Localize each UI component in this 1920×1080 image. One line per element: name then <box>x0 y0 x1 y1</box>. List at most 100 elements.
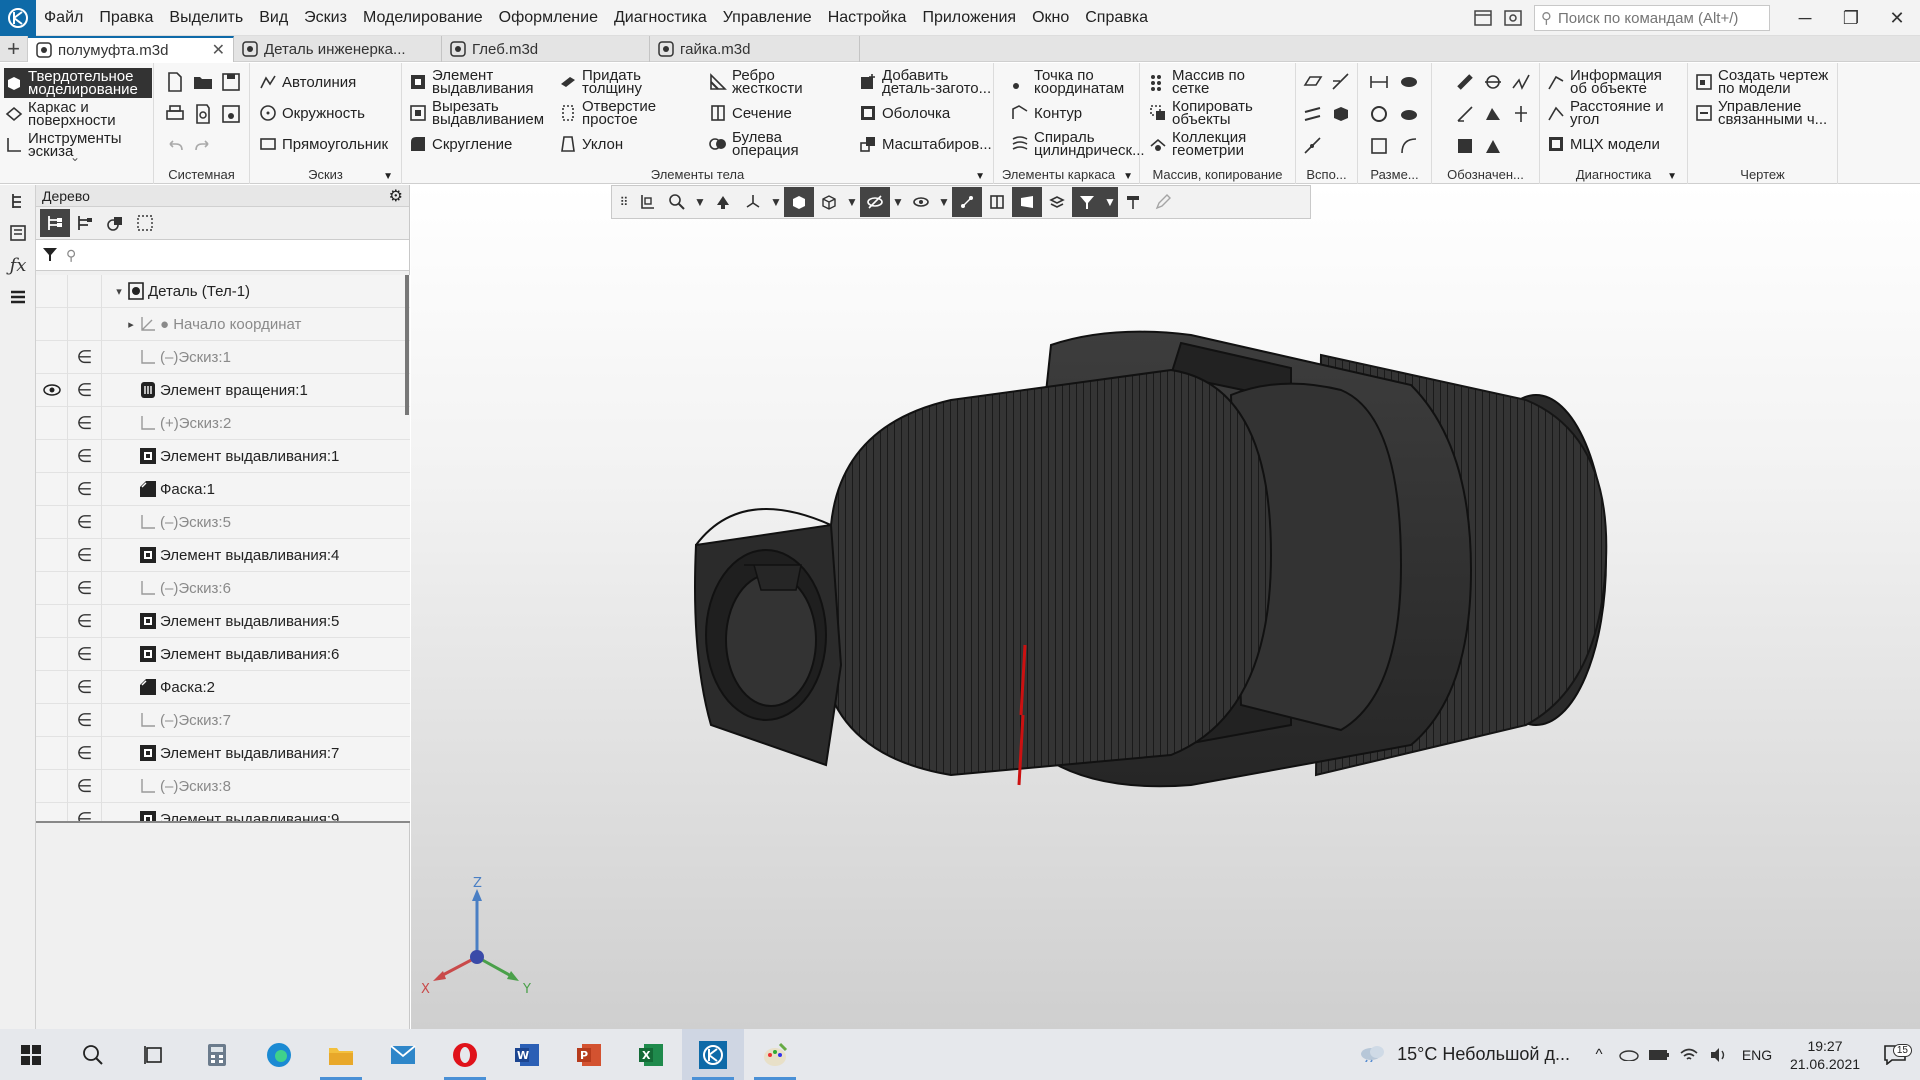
arc-dim-icon[interactable] <box>1398 135 1420 157</box>
tolerance-icon[interactable] <box>1482 71 1504 93</box>
pencil-icon[interactable] <box>1148 187 1178 217</box>
menu-item[interactable]: Справка <box>1077 0 1156 36</box>
visibility-cell[interactable] <box>36 505 68 539</box>
relation-icon[interactable]: ∈ <box>68 340 102 374</box>
tree-select-icon[interactable] <box>130 209 160 237</box>
aux-plane-icon[interactable] <box>1302 71 1324 93</box>
eye-icon[interactable] <box>36 373 68 407</box>
leader-icon[interactable] <box>1454 103 1476 125</box>
menu-item[interactable]: Оформление <box>491 0 606 36</box>
tree-node[interactable]: Фаска:1 <box>102 479 215 499</box>
layers-icon[interactable] <box>1042 187 1072 217</box>
relation-icon[interactable]: ∈ <box>68 538 102 572</box>
section-button[interactable]: Сечение <box>708 98 792 128</box>
visibility-cell[interactable] <box>36 406 68 440</box>
tree-row[interactable]: ▸ ● Начало координат <box>36 307 410 341</box>
windows-start-icon[interactable] <box>0 1029 62 1080</box>
search-icon[interactable] <box>62 1029 124 1080</box>
kompas-app-icon[interactable] <box>682 1029 744 1080</box>
open-folder-icon[interactable] <box>192 71 214 93</box>
menu-item[interactable]: Вид <box>251 0 296 36</box>
visibility-cell[interactable] <box>36 637 68 671</box>
tree-node[interactable]: Фаска:2 <box>102 677 215 697</box>
add-blank-button[interactable]: Добавить деталь-загото... <box>858 67 992 97</box>
chevron-down-icon[interactable]: ▼ <box>692 187 708 217</box>
sketch-display-icon[interactable] <box>952 187 982 217</box>
mark-icon[interactable] <box>1454 135 1476 157</box>
object-info-button[interactable]: Информация об объекте <box>1546 67 1680 97</box>
visibility-cell[interactable] <box>36 736 68 770</box>
menu-item[interactable]: Файл <box>36 0 91 36</box>
rectangle-button[interactable]: Прямоугольник <box>258 129 388 159</box>
tree-node[interactable]: (–)Эскиз:8 <box>102 776 231 796</box>
relation-icon[interactable]: ∈ <box>68 505 102 539</box>
tab-gleb[interactable]: Глеб.m3d <box>442 36 650 62</box>
shaded-mode-icon[interactable] <box>784 187 814 217</box>
aux-line-icon[interactable] <box>1302 135 1324 157</box>
relation-icon[interactable]: ∈ <box>68 373 102 407</box>
perspective-icon[interactable] <box>1012 187 1042 217</box>
tree-row[interactable]: ∈ Элемент выдавливания:6 <box>36 637 410 671</box>
tree-panel-icon[interactable] <box>0 185 36 217</box>
visibility-cell[interactable] <box>36 604 68 638</box>
tree-node[interactable]: (–)Эскиз:6 <box>102 578 231 598</box>
redo-icon[interactable] <box>192 135 214 157</box>
hide-objects-icon[interactable] <box>860 187 890 217</box>
linear-dim-icon[interactable] <box>1368 71 1390 93</box>
dropdown-arrow-icon[interactable]: ▼ <box>1667 171 1677 182</box>
tree-node[interactable]: Элемент выдавливания:4 <box>102 545 339 565</box>
chevron-down-icon[interactable]: ▼ <box>936 187 952 217</box>
wifi-icon[interactable] <box>1674 1029 1704 1080</box>
calculator-icon[interactable] <box>186 1029 248 1080</box>
radial-dim-icon[interactable] <box>1398 103 1420 125</box>
save-as-icon[interactable] <box>220 103 242 125</box>
variables-fx-icon[interactable]: ƒx <box>0 249 36 281</box>
text-icon[interactable] <box>1482 135 1504 157</box>
menu-item[interactable]: Окно <box>1024 0 1077 36</box>
tree-node[interactable]: Элемент выдавливания:6 <box>102 644 339 664</box>
fillet-button[interactable]: Скругление <box>408 129 512 159</box>
excel-icon[interactable]: X <box>620 1029 682 1080</box>
close-icon[interactable]: ✕ <box>204 40 225 60</box>
relation-icon[interactable] <box>68 307 102 341</box>
spiral-button[interactable]: Спираль цилиндрическ... <box>1010 129 1145 159</box>
menu-item[interactable]: Диагностика <box>606 0 715 36</box>
expand-arrow-icon[interactable]: ▸ <box>124 318 138 331</box>
command-search-input[interactable] <box>1558 9 1758 27</box>
chevron-down-icon[interactable]: ▼ <box>768 187 784 217</box>
file-explorer-icon[interactable] <box>310 1029 372 1080</box>
menu-item[interactable]: Управление <box>715 0 820 36</box>
tree-row[interactable]: ∈ (+)Эскиз:2 <box>36 406 410 440</box>
tree-node[interactable]: ▾ Деталь (Тел-1) <box>102 281 250 301</box>
minimize-button[interactable]: ─ <box>1782 0 1828 36</box>
measure-icon[interactable] <box>1118 187 1148 217</box>
expand-modes-icon[interactable]: ⌄ <box>70 150 80 164</box>
gear-icon[interactable]: ⚙ <box>389 186 403 206</box>
menu-item[interactable]: Эскиз <box>296 0 355 36</box>
circle-button[interactable]: Окружность <box>258 98 365 128</box>
visibility-cell[interactable] <box>36 769 68 803</box>
powerpoint-icon[interactable]: P <box>558 1029 620 1080</box>
tree-row[interactable]: ∈ Элемент выдавливания:1 <box>36 439 410 473</box>
zoom-icon[interactable] <box>662 187 692 217</box>
visibility-cell[interactable] <box>36 307 68 341</box>
relation-icon[interactable]: ∈ <box>68 802 102 821</box>
properties-icon[interactable] <box>0 217 36 249</box>
drag-handle-icon[interactable]: ⠿ <box>616 187 632 217</box>
diameter-dim-icon[interactable] <box>1398 71 1420 93</box>
hole-button[interactable]: Отверстие простое <box>558 98 672 128</box>
relation-icon[interactable]: ∈ <box>68 769 102 803</box>
visibility-cell[interactable] <box>36 472 68 506</box>
wireframe-mode-icon[interactable] <box>814 187 844 217</box>
geometry-collection-button[interactable]: Коллекция геометрии <box>1148 129 1272 159</box>
aux-axis-icon[interactable] <box>1330 71 1352 93</box>
menu-lines-icon[interactable] <box>0 281 36 313</box>
relation-icon[interactable]: ∈ <box>68 439 102 473</box>
volume-icon[interactable] <box>1704 1029 1734 1080</box>
tree-row[interactable]: ∈ (–)Эскиз:6 <box>36 571 410 605</box>
tab-polumufta[interactable]: полумуфта.m3d ✕ <box>28 36 234 62</box>
dropdown-arrow-icon[interactable]: ▼ <box>975 171 985 182</box>
tree-bodies-icon[interactable] <box>100 209 130 237</box>
chevron-down-icon[interactable]: ▼ <box>1102 187 1118 217</box>
tree-row[interactable]: ∈ Фаска:2 <box>36 670 410 704</box>
